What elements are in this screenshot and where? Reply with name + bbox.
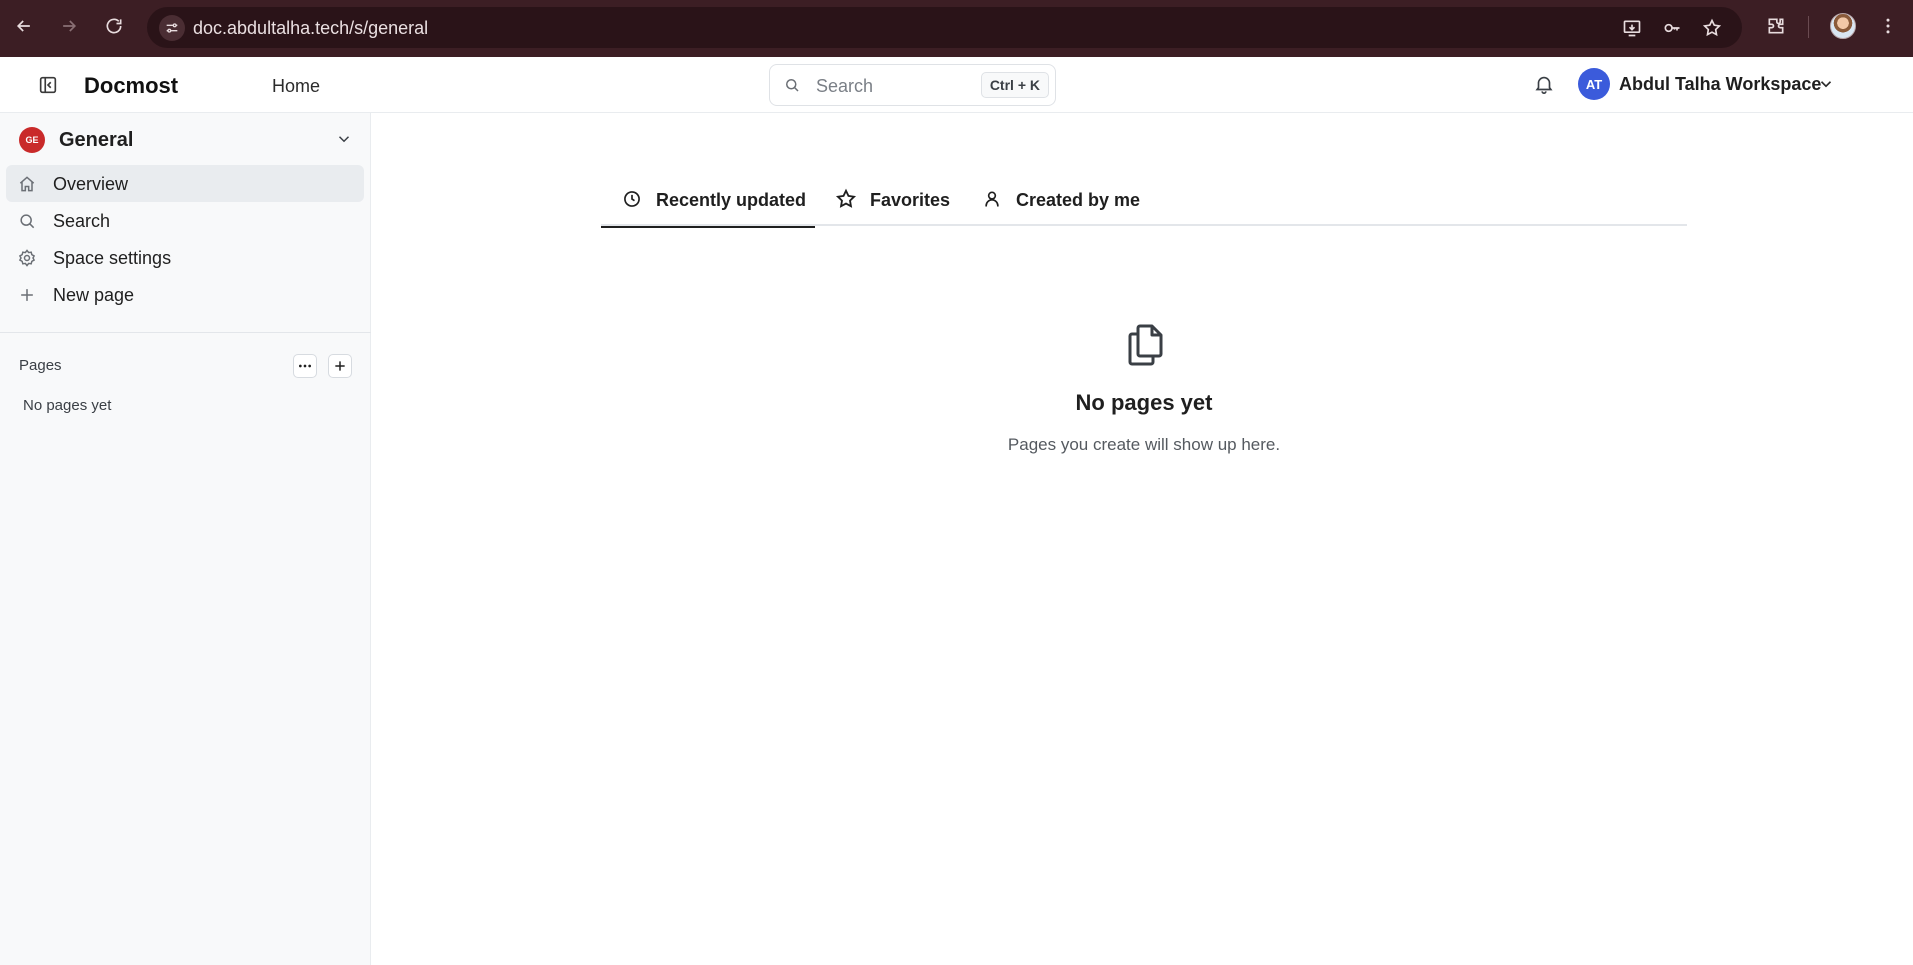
space-name[interactable]: General xyxy=(59,129,133,152)
sidebar-item-label: New page xyxy=(53,285,135,305)
sidebar: GE General Overview Search Space setting… xyxy=(0,113,371,965)
back-icon[interactable] xyxy=(12,14,36,38)
url-text[interactable]: doc.abdultalha.tech/s/general xyxy=(193,18,428,39)
address-bar[interactable]: doc.abdultalha.tech/s/general xyxy=(147,7,1742,48)
home-icon xyxy=(16,173,38,195)
browser-toolbar: doc.abdultalha.tech/s/general xyxy=(0,0,1913,57)
search-placeholder: Search xyxy=(816,76,874,96)
sidebar-item-label: Overview xyxy=(53,174,129,194)
sidebar-item-space-settings[interactable]: Space settings xyxy=(6,239,364,276)
sidebar-divider xyxy=(0,332,371,333)
star-icon xyxy=(835,188,857,210)
more-menu-icon[interactable] xyxy=(1876,14,1900,38)
sidebar-item-label: Space settings xyxy=(53,248,172,268)
add-page-button[interactable] xyxy=(328,354,352,378)
app-header: Docmost Home Search Ctrl + K AT Abdul Ta… xyxy=(0,57,1913,113)
clock-icon xyxy=(621,188,643,210)
tab-favorites[interactable]: Favorites xyxy=(815,178,965,226)
search-shortcut: Ctrl + K xyxy=(980,72,1049,98)
toolbar-divider xyxy=(1808,16,1809,38)
search-icon xyxy=(16,210,38,232)
bell-icon[interactable] xyxy=(1531,71,1557,97)
sidebar-item-search[interactable]: Search xyxy=(6,202,364,239)
profile-avatar[interactable] xyxy=(1830,13,1856,39)
user-icon xyxy=(981,188,1003,210)
brand-logo[interactable]: Docmost xyxy=(84,73,178,99)
files-icon xyxy=(1125,323,1165,367)
chevron-down-icon[interactable] xyxy=(333,128,355,150)
tab-label: Created by me xyxy=(1016,190,1141,210)
site-info-icon[interactable] xyxy=(159,15,185,41)
sidebar-item-overview[interactable]: Overview xyxy=(6,165,364,202)
sidebar-toggle-icon[interactable] xyxy=(36,73,60,97)
tab-created-by-me[interactable]: Created by me xyxy=(965,178,1155,226)
workspace-name[interactable]: Abdul Talha Workspace xyxy=(1619,74,1821,95)
plus-icon xyxy=(335,361,345,371)
install-app-icon[interactable] xyxy=(1620,16,1644,40)
forward-icon[interactable] xyxy=(57,14,81,38)
space-avatar[interactable]: GE xyxy=(19,127,45,153)
tab-label: Recently updated xyxy=(656,190,807,210)
home-link[interactable]: Home xyxy=(272,76,320,97)
key-icon[interactable] xyxy=(1660,16,1684,40)
search-icon xyxy=(783,76,801,99)
sidebar-item-new-page[interactable]: New page xyxy=(6,276,364,313)
bookmark-star-icon[interactable] xyxy=(1700,16,1724,40)
reload-icon[interactable] xyxy=(102,14,126,38)
dots-horizontal-icon xyxy=(299,364,311,368)
workspace-avatar[interactable]: AT xyxy=(1578,68,1610,100)
tab-label: Favorites xyxy=(870,190,951,210)
gear-icon xyxy=(16,247,38,269)
extensions-icon[interactable] xyxy=(1764,14,1788,38)
pages-section-title: Pages xyxy=(19,357,62,374)
no-pages-text: No pages yet xyxy=(23,397,112,414)
pages-more-button[interactable] xyxy=(293,354,317,378)
chevron-down-icon[interactable] xyxy=(1815,73,1837,95)
tab-recently-updated[interactable]: Recently updated xyxy=(601,178,815,228)
search-button[interactable]: Search Ctrl + K xyxy=(769,64,1056,106)
page-list-tabs: Recently updated Favorites Created by me xyxy=(601,178,1687,228)
plus-icon xyxy=(16,284,38,306)
sidebar-item-label: Search xyxy=(53,211,111,231)
